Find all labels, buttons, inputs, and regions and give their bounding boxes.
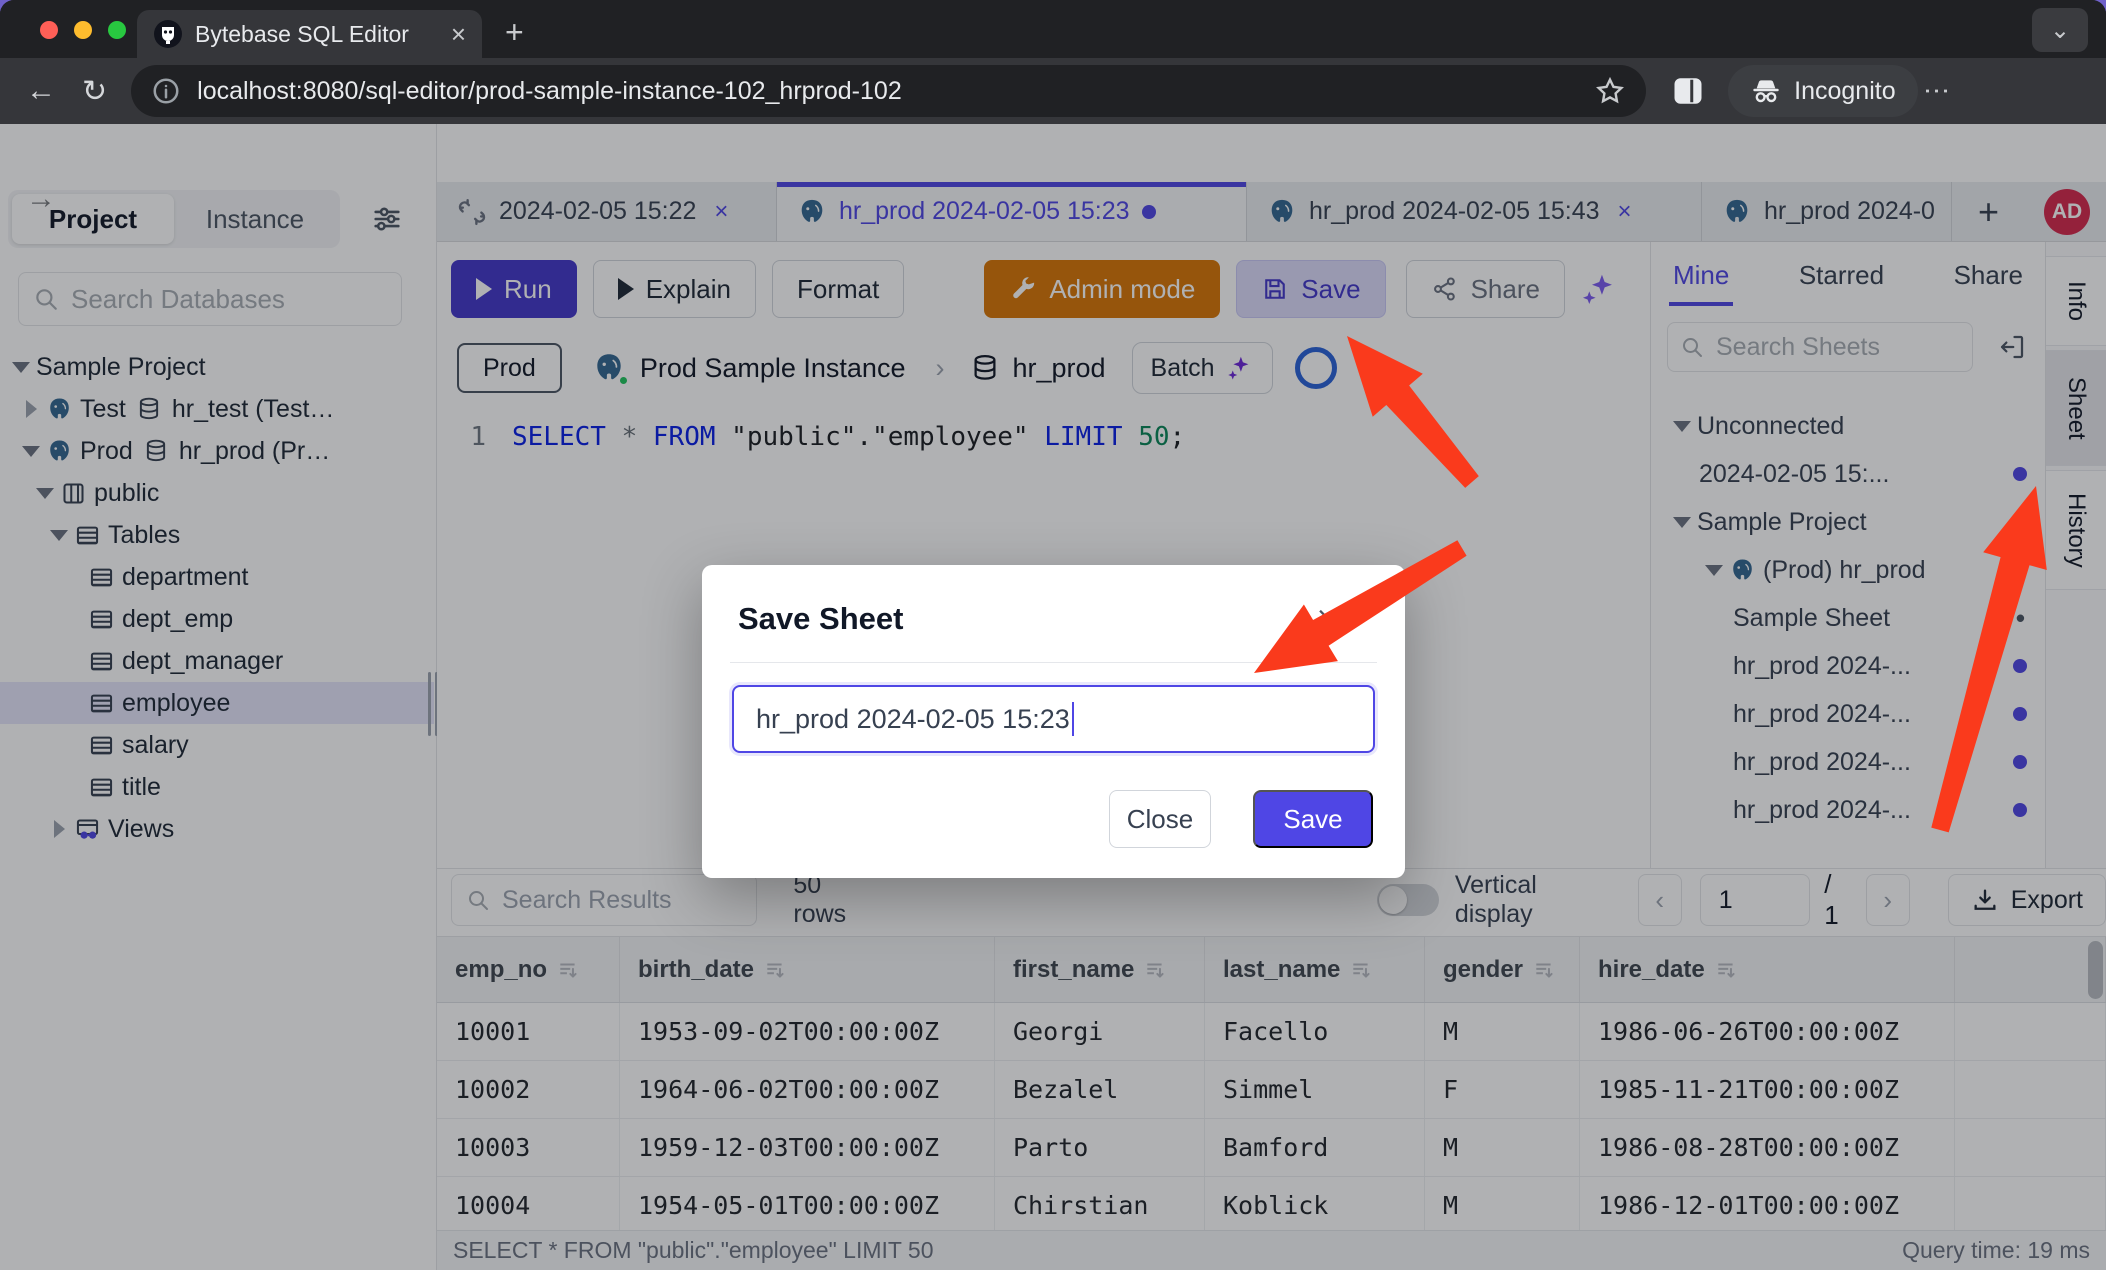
browser-tab[interactable]: Bytebase SQL Editor × — [137, 10, 482, 58]
browser-titlebar: Bytebase SQL Editor × + ⌄ — [0, 0, 2106, 58]
sheet-name-input[interactable]: hr_prod 2024-02-05 15:23 — [732, 685, 1375, 753]
bookmark-star-icon[interactable] — [1594, 75, 1626, 107]
incognito-badge: Incognito — [1728, 65, 1917, 117]
dialog-close-icon[interactable]: × — [1317, 599, 1336, 636]
bytebase-favicon — [153, 19, 183, 49]
reload-icon[interactable]: ↻ — [82, 74, 107, 109]
save-sheet-dialog: Save Sheet × hr_prod 2024-02-05 15:23 Cl… — [702, 565, 1405, 878]
browser-tab-close-icon[interactable]: × — [451, 21, 466, 47]
window-minimize-button[interactable] — [74, 21, 92, 39]
window-chevron-button[interactable]: ⌄ — [2032, 8, 2088, 52]
incognito-label: Incognito — [1794, 77, 1895, 106]
dialog-save-button[interactable]: Save — [1253, 790, 1373, 848]
browser-navbar: ← → ↻ localhost:8080/sql-editor/prod-sam… — [0, 58, 2106, 124]
side-panel-icon[interactable] — [1670, 73, 1706, 109]
dialog-title: Save Sheet — [738, 601, 903, 637]
window-zoom-button[interactable] — [108, 21, 126, 39]
address-bar[interactable]: localhost:8080/sql-editor/prod-sample-in… — [131, 65, 1646, 117]
back-icon[interactable]: ← — [26, 74, 56, 108]
incognito-icon — [1750, 75, 1782, 107]
browser-tab-title: Bytebase SQL Editor — [195, 21, 439, 48]
sheet-name-value: hr_prod 2024-02-05 15:23 — [756, 704, 1070, 735]
site-info-icon[interactable] — [151, 76, 181, 106]
dialog-close-button[interactable]: Close — [1109, 790, 1211, 848]
text-cursor — [1072, 702, 1074, 736]
url-text[interactable]: localhost:8080/sql-editor/prod-sample-in… — [197, 77, 1578, 106]
dialog-divider — [730, 662, 1377, 663]
browser-window: Bytebase SQL Editor × + ⌄ ← → ↻ localhos… — [0, 0, 2106, 1270]
window-close-button[interactable] — [40, 21, 58, 39]
new-tab-button[interactable]: + — [505, 14, 524, 51]
